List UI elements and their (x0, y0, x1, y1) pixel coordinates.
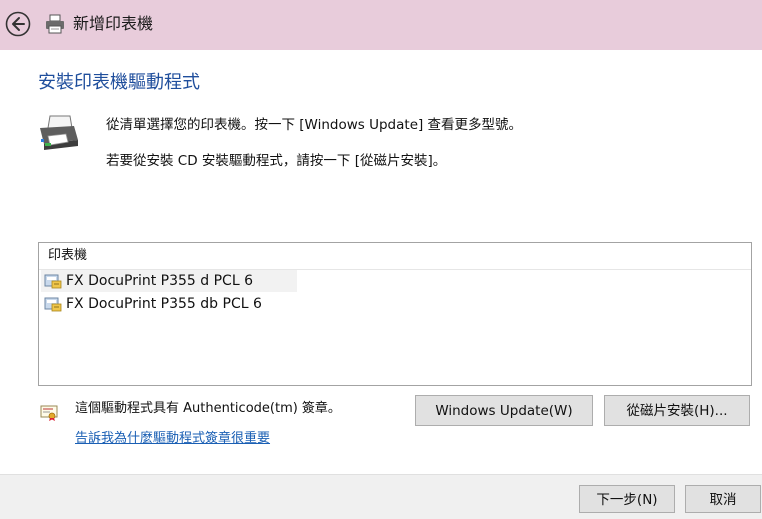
printer-driver-icon (44, 297, 62, 312)
cancel-button[interactable]: 取消 (685, 485, 761, 513)
page-heading: 安裝印表機驅動程式 (38, 72, 200, 93)
printer-icon (40, 115, 78, 150)
signature-text: 這個驅動程式具有 Authenticode(tm) 簽章。 (75, 401, 341, 416)
list-item-label: FX DocuPrint P355 db PCL 6 (66, 296, 262, 312)
instruction-text: 從清單選擇您的印表機。按一下 [Windows Update] 查看更多型號。 (106, 117, 523, 133)
column-header-label: 印表機 (48, 248, 88, 263)
printer-listbox[interactable]: 印表機 FX DocuPrint P355 d PCL 6 FX DocuPri… (38, 242, 752, 386)
instruction-text: 若要從安裝 CD 安裝驅動程式，請按一下 [從磁片安裝]。 (106, 153, 447, 169)
list-item[interactable]: FX DocuPrint P355 d PCL 6 (41, 270, 297, 292)
have-disk-button[interactable]: 從磁片安裝(H)... (604, 395, 750, 426)
windows-update-button[interactable]: Windows Update(W) (415, 395, 593, 426)
certificate-icon (40, 405, 58, 421)
window-title: 新增印表機 (73, 14, 154, 33)
printer-driver-icon (44, 274, 62, 289)
signature-info-link[interactable]: 告訴我為什麼驅動程式簽章很重要 (75, 430, 270, 448)
list-item-label: FX DocuPrint P355 d PCL 6 (66, 273, 253, 289)
next-button[interactable]: 下一步(N) (579, 485, 675, 513)
title-bar: 新增印表機 (0, 0, 762, 50)
back-arrow-icon[interactable] (5, 11, 31, 37)
list-item[interactable]: FX DocuPrint P355 db PCL 6 (41, 293, 297, 315)
printer-icon (46, 14, 64, 34)
list-column-header[interactable]: 印表機 (39, 243, 751, 270)
